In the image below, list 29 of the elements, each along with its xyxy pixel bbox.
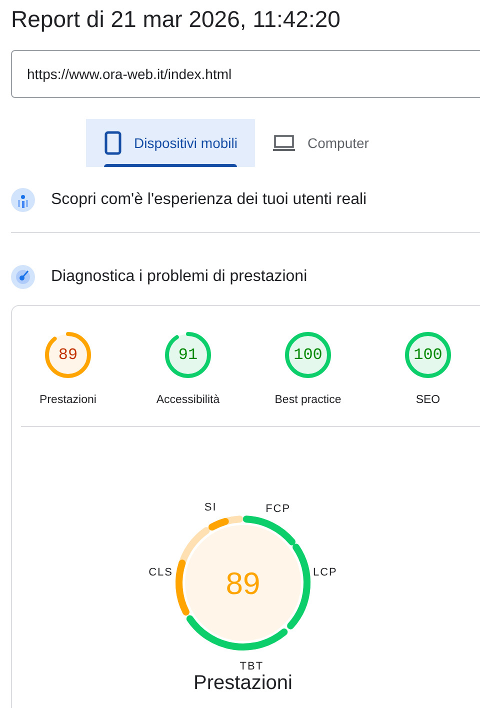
metric-label: FCP bbox=[266, 503, 291, 516]
score-gauge bbox=[164, 331, 212, 379]
metric-label: CLS bbox=[148, 566, 173, 579]
score-label: Accessibilità bbox=[156, 393, 220, 408]
score-label: SEO bbox=[416, 393, 440, 408]
score-value: 89 bbox=[58, 347, 78, 363]
device-tab[interactable]: Computer bbox=[255, 119, 387, 167]
metric-label: LCP bbox=[313, 566, 338, 579]
score-value: 100 bbox=[294, 347, 322, 363]
score-label: Prestazioni bbox=[40, 393, 96, 408]
gauge-title: Prestazioni bbox=[194, 671, 292, 696]
device-tab[interactable]: Dispositivi mobili bbox=[86, 119, 256, 167]
score-value: 89 bbox=[226, 566, 260, 602]
laptop-icon bbox=[273, 135, 296, 151]
score-value: 100 bbox=[414, 347, 442, 363]
users-chart-icon bbox=[11, 188, 35, 212]
score-label: Best practice bbox=[274, 393, 342, 408]
score-value: 91 bbox=[178, 347, 198, 363]
metric-label: SI bbox=[204, 502, 217, 514]
report-title: Report di 21 mar 2026, 11:42:20 bbox=[11, 5, 342, 34]
section-heading[interactable]: Scopri com'è l'esperienza dei tuoi utenti reali bbox=[51, 188, 367, 212]
score-gauge bbox=[44, 331, 92, 379]
score-gauge bbox=[284, 331, 332, 379]
url-field[interactable]: https://www.ora-web.it/index.html bbox=[11, 50, 480, 98]
metric-label: TBT bbox=[240, 660, 264, 673]
section-heading[interactable]: Diagnostica i problemi di prestazioni bbox=[51, 265, 308, 289]
gauge-icon bbox=[11, 265, 35, 289]
score-gauge bbox=[404, 331, 452, 379]
phone-icon bbox=[104, 131, 122, 155]
